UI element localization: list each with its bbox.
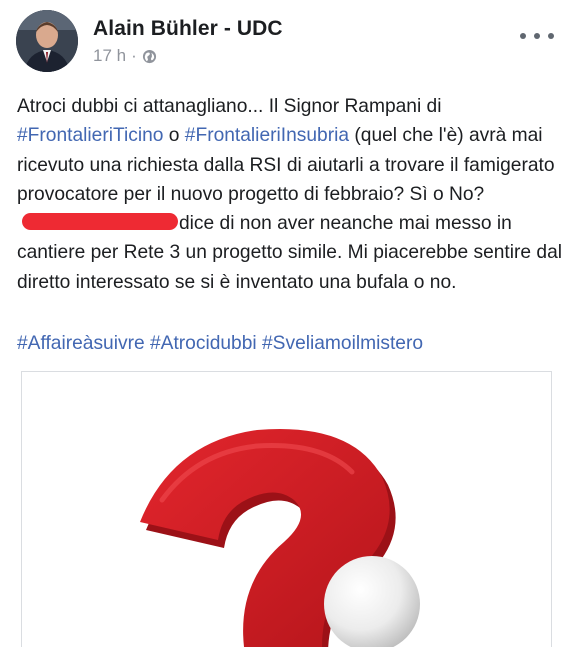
hashtag-link[interactable]: #FrontalieriTicino bbox=[17, 125, 163, 146]
post-text-part: o bbox=[163, 125, 185, 147]
hashtag-link[interactable]: #Atrocidubbi bbox=[150, 333, 257, 354]
question-mark-image bbox=[140, 428, 420, 647]
facebook-post: Alain Bühler - UDC 17 h · Atroci dubbi c… bbox=[0, 0, 572, 647]
post-timestamp[interactable]: 17 h bbox=[93, 46, 126, 66]
redacted-name bbox=[22, 213, 178, 231]
avatar-photo bbox=[16, 10, 78, 72]
hashtag-row: #Affaireàsuivre #Atrocidubbi #Sveliamoil… bbox=[17, 329, 423, 358]
hashtag-link[interactable]: #Affaireàsuivre bbox=[17, 333, 145, 354]
hashtag-link[interactable]: #Sveliamoilmistero bbox=[262, 333, 423, 354]
globe-icon bbox=[142, 49, 156, 64]
post-meta: 17 h · bbox=[93, 46, 157, 66]
more-options-icon[interactable] bbox=[520, 26, 554, 46]
author-name[interactable]: Alain Bühler - UDC bbox=[93, 17, 283, 41]
post-image[interactable] bbox=[21, 371, 552, 647]
hashtag-link[interactable]: #FrontalieriInsubria bbox=[185, 125, 349, 146]
post-text: Atroci dubbi ci attanagliano... Il Signo… bbox=[17, 92, 562, 297]
post-text-part: Atroci dubbi ci attanagliano... Il Signo… bbox=[17, 96, 442, 117]
author-avatar[interactable] bbox=[16, 10, 78, 72]
meta-separator: · bbox=[131, 46, 137, 65]
